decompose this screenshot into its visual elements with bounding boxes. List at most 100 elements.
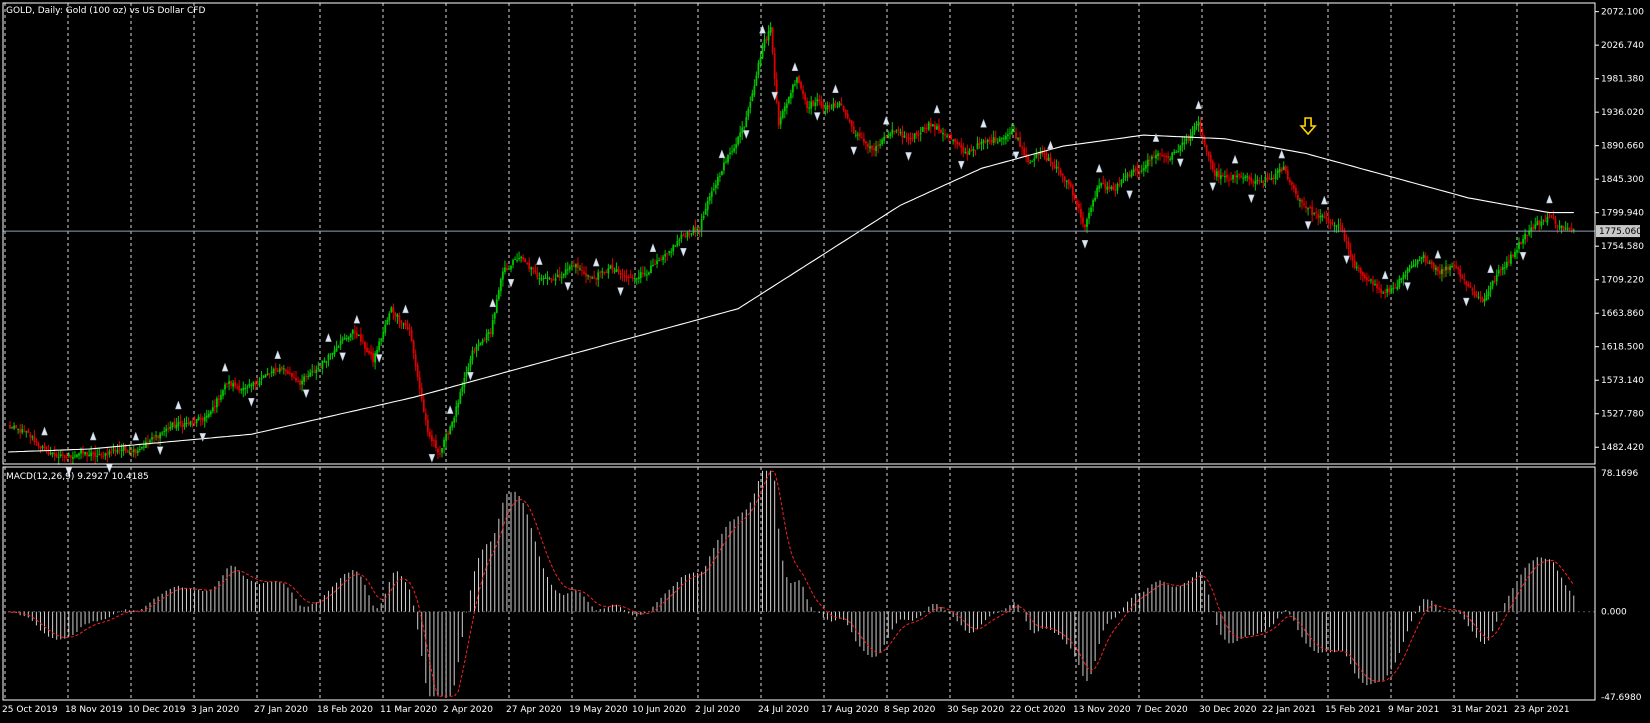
candle-body <box>789 93 792 99</box>
candle-body <box>19 429 22 433</box>
candle-body <box>1177 151 1180 153</box>
candle-body <box>380 338 383 341</box>
candle-body <box>534 270 537 272</box>
candle-body <box>601 271 604 273</box>
candle-body <box>1185 138 1188 142</box>
candle-body <box>362 340 364 342</box>
candle-body <box>631 277 634 279</box>
candle-body <box>830 108 833 110</box>
candle-body <box>1013 131 1015 133</box>
candle-body <box>794 84 796 86</box>
candle-body <box>126 450 129 453</box>
candle-body <box>453 417 456 423</box>
candle-body <box>17 428 20 430</box>
candle-body <box>938 124 940 131</box>
candle-body <box>643 273 646 275</box>
candle-body <box>481 340 484 344</box>
candle-body <box>856 134 859 136</box>
candle-body <box>339 340 342 345</box>
candle-body <box>1258 180 1261 182</box>
candle-body <box>1120 179 1123 185</box>
candle-body <box>1485 295 1488 301</box>
candle-body <box>552 279 555 281</box>
candle-body <box>11 427 13 429</box>
candle-body <box>327 354 330 360</box>
candle-body <box>147 441 149 443</box>
candle-body <box>962 146 965 153</box>
candle-body <box>645 274 648 276</box>
candle-body <box>1430 261 1433 265</box>
candle-body <box>568 266 571 270</box>
candle-body <box>501 271 504 280</box>
candle-body <box>173 421 176 427</box>
candle-body <box>1280 167 1283 172</box>
candle-body <box>1045 153 1048 161</box>
candle-body <box>13 425 15 429</box>
candle-body <box>1402 274 1405 279</box>
candle-body <box>816 99 819 102</box>
candle-body <box>1238 174 1241 176</box>
candle-body <box>1449 266 1451 270</box>
candle-body <box>1416 260 1419 264</box>
candle-body <box>1268 178 1271 180</box>
candle-body <box>964 152 967 154</box>
candle-body <box>360 334 362 342</box>
candle-body <box>1057 167 1060 169</box>
candle-body <box>1126 174 1129 176</box>
candle-body <box>530 267 533 270</box>
candle-body <box>479 342 482 346</box>
candle-body <box>1290 182 1293 185</box>
y-tick-label: 1981.380 <box>1601 75 1644 85</box>
candle-body <box>1467 283 1470 287</box>
candle-body <box>1094 197 1097 201</box>
candle-body <box>92 452 95 454</box>
chart-title: GOLD, Daily: Gold (100 oz) vs US Dollar … <box>6 6 205 16</box>
candle-body <box>207 413 210 417</box>
candle-body <box>607 268 610 274</box>
candle-body <box>1380 288 1382 294</box>
candle-body <box>759 58 762 64</box>
candle-body <box>1193 126 1196 133</box>
price-chart[interactable]: 25 Oct 2019 18 Nov 2019 10 Dec 2019 3 Jan 2… <box>0 0 1650 719</box>
candle-body <box>1538 220 1541 225</box>
candle-body <box>443 439 445 448</box>
candle-body <box>201 418 204 421</box>
candle-body <box>605 271 608 273</box>
candle-body <box>25 431 28 433</box>
candle-body <box>1021 146 1024 148</box>
candle-body <box>550 279 553 281</box>
candle-body <box>96 455 99 457</box>
candle-body <box>617 268 620 272</box>
candle-body <box>990 139 993 144</box>
candle-body <box>1420 257 1423 259</box>
candle-body <box>230 381 233 386</box>
candle-body <box>743 126 746 128</box>
candle-body <box>1234 175 1236 177</box>
candle-body <box>209 411 212 415</box>
candle-body <box>1203 138 1206 145</box>
candle-body <box>560 276 563 278</box>
candle-body <box>364 342 366 349</box>
candle-body <box>944 134 946 136</box>
candle-body <box>242 387 245 391</box>
candle-body <box>887 136 890 138</box>
candle-body <box>597 272 600 280</box>
candle-body <box>108 451 111 455</box>
candle-body <box>719 175 721 177</box>
candle-body <box>623 275 626 277</box>
candle-body <box>899 131 902 133</box>
x-tick-label: 7 Dec 2020 <box>1136 705 1188 715</box>
candle-body <box>232 383 235 387</box>
candle-body <box>765 39 768 41</box>
candle-body <box>670 251 673 253</box>
candle-body <box>1254 180 1257 184</box>
candle-body <box>244 388 247 390</box>
candle-body <box>39 446 42 449</box>
candle-body <box>1165 155 1168 157</box>
candle-body <box>812 100 815 106</box>
candle-body <box>203 417 206 422</box>
candle-body <box>976 143 979 150</box>
candle-body <box>1463 278 1466 281</box>
candle-body <box>31 436 34 438</box>
candle-body <box>1179 145 1182 151</box>
